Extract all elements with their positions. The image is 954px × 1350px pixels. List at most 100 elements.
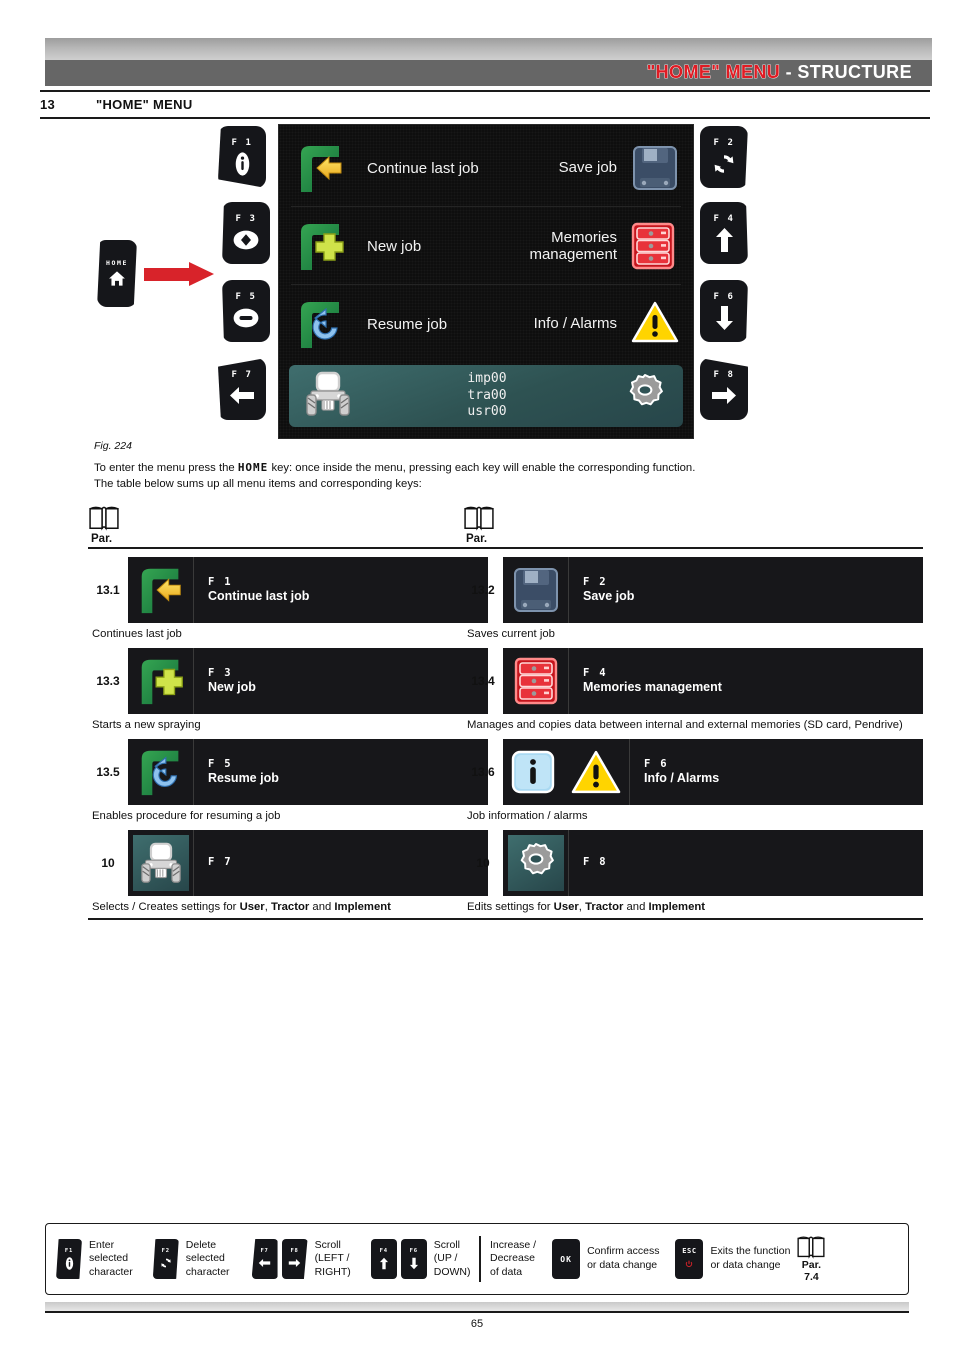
- legend-item-confirm[interactable]: OK Confirm access or data change: [552, 1224, 659, 1294]
- legend-item-enter[interactable]: F1 Enter selected character: [56, 1224, 133, 1294]
- arrow-down-icon: [407, 1256, 421, 1270]
- par-rule-left: [88, 547, 488, 549]
- caption-part: and: [309, 901, 335, 913]
- legend-par-value: 7.4: [804, 1271, 819, 1283]
- figure-caption: Fig. 224: [94, 440, 132, 452]
- row-caption: Selects / Creates settings for User, Tra…: [88, 896, 488, 913]
- floppy-disk-icon: [631, 144, 679, 192]
- display-row-continue[interactable]: Continue last job Save job: [279, 129, 693, 207]
- figure-key-f8[interactable]: F 8: [700, 358, 748, 420]
- legend-key-f1[interactable]: F1: [56, 1239, 82, 1279]
- figure-key-f2[interactable]: F 2: [700, 126, 748, 188]
- row-par-number: 13.6: [471, 765, 495, 779]
- row-par-number: 13.4: [471, 674, 495, 688]
- figure-key-f7[interactable]: F 7: [218, 358, 266, 420]
- house-icon: [109, 271, 125, 286]
- footer-gradient: [45, 1302, 909, 1311]
- status-codes: imp00 tra00 usr00: [467, 371, 506, 422]
- row-par-number: 13.2: [471, 583, 495, 597]
- caption-bold-implement: Implement: [334, 901, 391, 913]
- figure-key-f7-label: F 7: [231, 369, 253, 380]
- figure-home-menu: HOME F 1 F 3 F 5 F 7 F 2 F 4 F 6 F 8 Con…: [40, 118, 930, 448]
- display-row-resume[interactable]: Resume job Info / Alarms: [279, 285, 693, 363]
- legend-key-esc[interactable]: ESC: [675, 1239, 704, 1279]
- figure-key-f3[interactable]: F 3: [222, 202, 270, 264]
- esc-icon: ESC: [682, 1247, 697, 1255]
- legend-label-enter: Enter selected character: [89, 1238, 133, 1278]
- par-header-right: Par.: [466, 533, 488, 545]
- legend-item-scroll-ud[interactable]: F4 F6 Scroll (UP / DOWN): [370, 1224, 470, 1294]
- header-title: "HOME" MENU - STRUCTURE: [646, 60, 912, 86]
- row-par-number: 10: [101, 856, 115, 870]
- row-name: Memories management: [583, 679, 722, 694]
- section-heading: 13 "HOME" MENU: [40, 90, 930, 119]
- row-name: New job: [208, 679, 256, 694]
- legend-item-scroll-lr[interactable]: F7 F8 Scroll (LEFT / RIGHT): [251, 1224, 351, 1294]
- row-caption: Continues last job: [92, 628, 182, 640]
- figure-key-f6[interactable]: F 6: [700, 280, 748, 342]
- row-fkey: F 8: [583, 856, 608, 869]
- table-row[interactable]: 13.1 F 1 Continue last job: [88, 557, 488, 623]
- table-row[interactable]: 13.2 F 2 Save job: [463, 557, 923, 623]
- table-end-rule-left: [88, 918, 488, 920]
- display-row-newjob[interactable]: New job Memories management: [279, 207, 693, 285]
- display-status-bar[interactable]: imp00 tra00 usr00: [289, 365, 683, 427]
- info-icon: [503, 744, 563, 800]
- warning-icon: [563, 744, 629, 800]
- terminal-display: Continue last job Save job New job Memor…: [278, 124, 694, 439]
- book-icon: [89, 506, 119, 531]
- figure-key-f1[interactable]: F 1: [218, 126, 266, 188]
- floppy-disk-icon: [503, 557, 569, 623]
- legend-divider: [479, 1236, 481, 1282]
- arrow-right-icon: [288, 1256, 302, 1270]
- arrow-up-icon: [711, 227, 737, 253]
- refresh-icon: [711, 151, 737, 177]
- row-caption: Edits settings for User, Tractor and Imp…: [463, 896, 923, 913]
- legend-item-exit[interactable]: ESC Exits the function or data change: [675, 1224, 790, 1294]
- legend-item-delete[interactable]: F2 Delete selected character: [152, 1224, 230, 1294]
- legend-key-ok[interactable]: OK: [552, 1239, 581, 1279]
- menu-table-left: Par. 13.1 F 1 Continue last job Continue…: [88, 505, 488, 920]
- gear-icon: [503, 830, 569, 896]
- legend-key-f8[interactable]: F8: [281, 1239, 308, 1279]
- header-gradient-band: [45, 38, 932, 60]
- page-number: 65: [470, 1318, 484, 1330]
- info-icon: [62, 1256, 76, 1270]
- legend-par-reference[interactable]: Par. 7.4: [796, 1235, 826, 1283]
- table-row[interactable]: 13.6 F 6 Info / Alarms: [463, 739, 923, 805]
- job-new-icon: [293, 218, 349, 274]
- header-title-white: - STRUCTURE: [785, 62, 912, 82]
- figure-key-f5[interactable]: F 5: [222, 280, 270, 342]
- memory-bank-icon: [631, 222, 679, 270]
- table-row[interactable]: 10 F 7: [88, 830, 488, 896]
- table-row[interactable]: 13.3 F 3 New job: [88, 648, 488, 714]
- arrow-right-icon: [711, 383, 737, 409]
- legend-label-increase-decrease: Increase / Decrease of data: [489, 1238, 537, 1278]
- figure-key-f4[interactable]: F 4: [700, 202, 748, 264]
- manual-page: "HOME" MENU - STRUCTURE 13 "HOME" MENU H…: [0, 0, 954, 1350]
- legend-key-f7[interactable]: F7: [251, 1239, 278, 1279]
- table-row[interactable]: 13.4 F 4 Memories management: [463, 648, 923, 714]
- section-number: 13: [40, 97, 56, 112]
- row-caption: Job information / alarms: [467, 810, 588, 822]
- info-icon: [229, 151, 255, 177]
- job-continue-icon: [293, 140, 349, 196]
- home-key[interactable]: HOME: [97, 240, 137, 307]
- book-icon: [797, 1236, 825, 1259]
- caption-bold-implement: Implement: [648, 901, 706, 913]
- row-par-number: 10: [476, 856, 490, 870]
- legend-par-label: Par.: [801, 1258, 822, 1271]
- table-row[interactable]: 10 F 8: [463, 830, 923, 896]
- display-label-newjob: New job: [367, 237, 422, 255]
- legend-key-f6[interactable]: F6: [400, 1239, 427, 1279]
- footer-rule: [45, 1311, 909, 1313]
- legend-key-f2[interactable]: F2: [152, 1239, 179, 1279]
- section-title: "HOME" MENU: [96, 97, 193, 112]
- figure-key-f2-label: F 2: [713, 137, 735, 148]
- table-row[interactable]: 13.5 F 5 Resume job: [88, 739, 488, 805]
- status-code-implement: imp00: [467, 370, 507, 386]
- caption-part: and: [623, 901, 649, 913]
- legend-key-f4[interactable]: F4: [370, 1239, 397, 1279]
- caption-bold-tractor: Tractor: [270, 901, 310, 913]
- gear-icon: [621, 371, 669, 422]
